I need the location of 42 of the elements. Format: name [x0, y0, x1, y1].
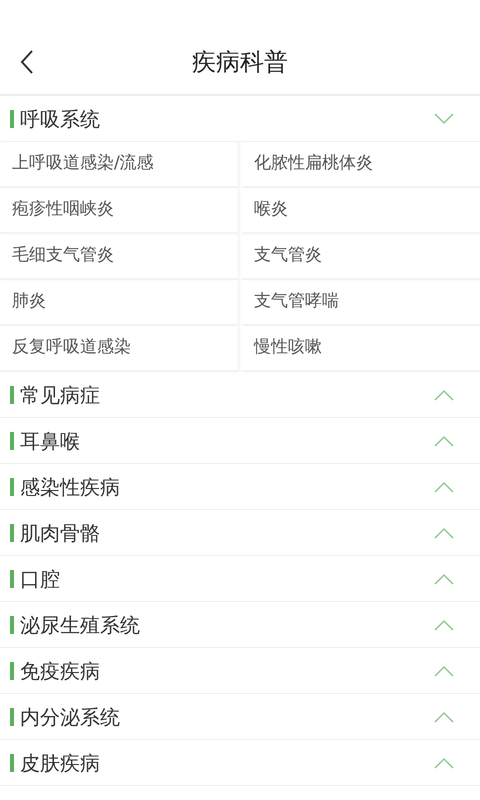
category-header[interactable]: 免疫疾病: [0, 648, 480, 694]
back-icon[interactable]: [20, 50, 34, 74]
category-title: 感染性疾病: [20, 474, 121, 500]
category-title: 肌肉骨骼: [20, 520, 101, 546]
category-header[interactable]: 呼吸系统: [0, 96, 480, 142]
category-header[interactable]: 常见病症: [0, 372, 480, 418]
accent-bar-icon: [10, 386, 14, 404]
disease-item[interactable]: 毛细支气管炎: [0, 234, 238, 280]
category-header[interactable]: 口腔: [0, 556, 480, 602]
accent-bar-icon: [10, 432, 14, 450]
disease-item[interactable]: 喉炎: [242, 188, 480, 234]
category-title: 常见病症: [20, 382, 101, 408]
category-header[interactable]: 感染性疾病: [0, 464, 480, 510]
category-header[interactable]: 泌尿生殖系统: [0, 602, 480, 648]
category-title: 免疫疾病: [20, 658, 101, 684]
category-title: 呼吸系统: [20, 106, 101, 132]
disease-item[interactable]: 化脓性扁桃体炎: [242, 142, 480, 188]
disease-item[interactable]: 肺炎: [0, 280, 238, 326]
category-title: 口腔: [20, 566, 61, 592]
accent-bar-icon: [10, 524, 14, 542]
category-header[interactable]: 皮肤疾病: [0, 740, 480, 786]
accent-bar-icon: [10, 110, 14, 128]
page-title: 疾病科普: [192, 47, 288, 78]
category-title: 内分泌系统: [20, 704, 121, 730]
category-title: 皮肤疾病: [20, 750, 101, 776]
accent-bar-icon: [10, 478, 14, 496]
disease-item[interactable]: 疱疹性咽峡炎: [0, 188, 238, 234]
disease-item[interactable]: 上呼吸道感染/流感: [0, 142, 238, 188]
category-header[interactable]: 耳鼻喉: [0, 418, 480, 464]
disease-item[interactable]: 支气管哮喘: [242, 280, 480, 326]
category-header[interactable]: 内分泌系统: [0, 694, 480, 740]
accent-bar-icon: [10, 754, 14, 772]
disease-item[interactable]: 支气管炎: [242, 234, 480, 280]
accent-bar-icon: [10, 708, 14, 726]
accent-bar-icon: [10, 570, 14, 588]
category-title: 泌尿生殖系统: [20, 612, 141, 638]
category-title: 耳鼻喉: [20, 428, 81, 454]
category-header[interactable]: 肌肉骨骼: [0, 510, 480, 556]
disease-item[interactable]: 反复呼吸道感染: [0, 326, 238, 372]
disease-item[interactable]: 慢性咳嗽: [242, 326, 480, 372]
accent-bar-icon: [10, 616, 14, 634]
accent-bar-icon: [10, 662, 14, 680]
